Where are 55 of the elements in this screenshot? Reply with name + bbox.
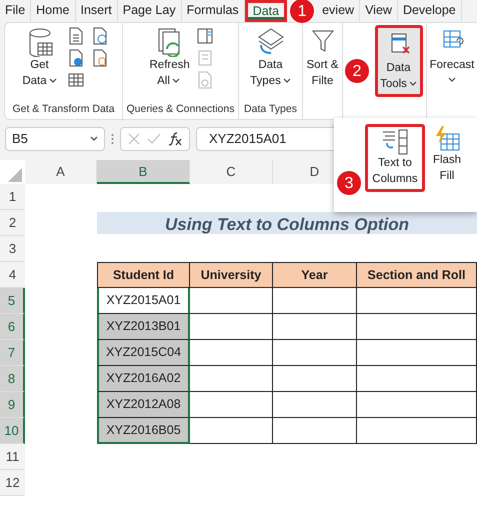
table-header: Year	[273, 262, 357, 288]
table-cell: XYZ2012A08	[97, 392, 190, 418]
step-number-badge: 2	[344, 58, 370, 84]
table-cell: XYZ2015A01	[97, 288, 190, 314]
sheet-title: Using Text to Columns Option	[97, 212, 477, 234]
row-header[interactable]: 9	[0, 392, 25, 418]
table-header: Section and Roll	[357, 262, 477, 288]
row-header[interactable]: 10	[0, 418, 25, 444]
clock-document-icon[interactable]	[90, 27, 108, 45]
table-cell: XYZ2016A02	[97, 366, 190, 392]
row-header[interactable]: 4	[0, 262, 25, 288]
table-icon[interactable]	[66, 71, 84, 89]
layers-icon	[256, 27, 284, 57]
step-number-badge: 1	[289, 0, 316, 24]
ribbon-button[interactable]: Data Types	[244, 25, 296, 91]
column-header[interactable]: A	[25, 160, 97, 184]
name-box[interactable]: B5	[5, 127, 105, 151]
column-header[interactable]: C	[190, 160, 273, 184]
caret-icon	[90, 136, 98, 142]
group-label: Data Types	[243, 102, 298, 117]
row-header[interactable]: 8	[0, 366, 25, 392]
ribbon-button[interactable]: Refresh All	[148, 25, 190, 91]
row-header[interactable]: 2	[0, 210, 25, 236]
table-cell: XYZ2016B05	[97, 418, 190, 444]
function-icon[interactable]	[168, 132, 182, 146]
panel-icon[interactable]	[196, 27, 214, 45]
text-to-columns-icon	[381, 129, 409, 155]
ribbon-button[interactable]: Sort & Filte	[304, 25, 342, 91]
table-cell: XYZ2013B01	[97, 314, 190, 340]
row-header[interactable]: 6	[0, 314, 25, 340]
menu-button[interactable]: Flash Fill	[428, 124, 466, 186]
web-document-icon[interactable]	[66, 49, 84, 67]
table-cell: XYZ2015C04	[97, 340, 190, 366]
ribbon-button[interactable]: Get Data	[18, 25, 60, 91]
table-header: Student Id	[97, 262, 190, 288]
group-label: Queries & Connections	[126, 102, 236, 117]
row-header[interactable]: 11	[0, 444, 25, 470]
group-label: Get & Transform Data	[11, 102, 116, 117]
column-header[interactable]: B	[97, 160, 190, 184]
vertical-dots-icon	[111, 133, 114, 145]
row-header[interactable]: 1	[0, 184, 25, 210]
document-icon[interactable]	[66, 27, 84, 45]
database-document-icon[interactable]	[90, 49, 108, 67]
menu-button[interactable]: Text to Columns	[365, 124, 425, 192]
check-icon[interactable]	[146, 133, 161, 145]
row-header[interactable]: 12	[0, 470, 25, 496]
table-header: University	[190, 262, 273, 288]
ribbon-button[interactable]: Forecast	[426, 25, 477, 85]
row-header[interactable]: 3	[0, 236, 25, 262]
step-number-badge: 3	[336, 170, 362, 196]
lightning-table-icon	[433, 126, 461, 152]
row-header[interactable]: 5	[0, 288, 25, 314]
ribbon-button[interactable]: Data Tools	[374, 25, 422, 97]
ribbon-tab[interactable]: Data	[244, 0, 288, 22]
row-header[interactable]: 7	[0, 340, 25, 366]
